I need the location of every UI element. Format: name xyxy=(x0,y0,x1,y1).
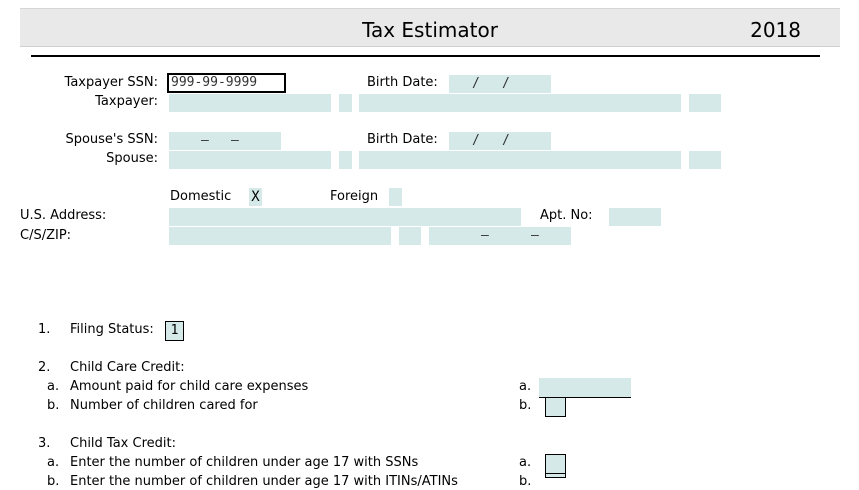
zip-separator: – xyxy=(531,228,539,243)
filing-status-label: Filing Status: xyxy=(70,322,154,337)
header-divider xyxy=(31,55,820,57)
children-cared-for-input[interactable] xyxy=(545,397,566,417)
us-address-label: U.S. Address: xyxy=(20,208,107,223)
spouse-birth-date-input[interactable]: / / xyxy=(449,132,551,150)
child-tax-credit-label: Child Tax Credit: xyxy=(70,436,176,451)
line-3a-letter: a. xyxy=(47,455,60,470)
zip-separator: – xyxy=(481,228,489,243)
spouse-middle-initial-input[interactable] xyxy=(339,151,352,169)
line-3b-ref: b. xyxy=(519,474,532,489)
line-2b-ref: b. xyxy=(519,398,532,413)
child-care-credit-label: Child Care Credit: xyxy=(70,360,185,375)
line-2-number: 2. xyxy=(38,360,51,375)
date-separator: / xyxy=(502,76,510,91)
taxpayer-birth-date-label: Birth Date: xyxy=(367,75,438,90)
spouse-ssn-label: Spouse's SSN: xyxy=(65,132,158,147)
spouse-suffix-input[interactable] xyxy=(689,151,721,169)
tax-year: 2018 xyxy=(750,18,801,42)
date-separator: / xyxy=(472,76,480,91)
ssn-separator: – xyxy=(231,133,239,148)
line-2b-letter: b. xyxy=(47,398,60,413)
ssn-separator: – xyxy=(201,133,209,148)
zip-input[interactable]: – – xyxy=(429,227,571,245)
taxpayer-name-label: Taxpayer: xyxy=(95,94,158,109)
children-with-ssn-input[interactable] xyxy=(545,454,566,474)
page-title: Tax Estimator xyxy=(362,18,498,42)
spouse-last-name-input[interactable] xyxy=(359,151,681,169)
apt-no-input[interactable] xyxy=(609,208,661,226)
spouse-ssn-input[interactable]: – – xyxy=(169,132,281,150)
taxpayer-first-name-input[interactable] xyxy=(169,94,331,112)
line-3b-letter: b. xyxy=(47,474,60,489)
line-3a-ref: a. xyxy=(519,455,532,470)
domestic-checkbox[interactable]: X xyxy=(249,188,262,206)
children-with-itin-input[interactable] xyxy=(545,473,566,478)
line-3-number: 3. xyxy=(38,436,51,451)
child-care-expenses-input[interactable] xyxy=(539,378,631,398)
child-care-expenses-label: Amount paid for child care expenses xyxy=(70,379,309,394)
street-address-input[interactable] xyxy=(169,208,521,226)
children-cared-for-label: Number of children cared for xyxy=(70,398,258,413)
taxpayer-birth-date-input[interactable]: / / xyxy=(449,75,551,93)
line-2a-ref: a. xyxy=(519,379,532,394)
filing-status-input[interactable]: 1 xyxy=(165,321,184,341)
city-input[interactable] xyxy=(169,227,391,245)
line-1-number: 1. xyxy=(38,322,51,337)
title-bar: Tax Estimator 2018 xyxy=(20,8,840,47)
taxpayer-ssn-input[interactable]: 999-99-9999 xyxy=(167,73,286,93)
city-state-zip-label: C/S/ZIP: xyxy=(20,228,72,243)
taxpayer-suffix-input[interactable] xyxy=(689,94,721,112)
children-with-ssn-label: Enter the number of children under age 1… xyxy=(70,455,419,470)
foreign-checkbox[interactable] xyxy=(389,188,402,206)
taxpayer-ssn-label: Taxpayer SSN: xyxy=(64,75,158,90)
state-input[interactable] xyxy=(399,227,421,245)
taxpayer-middle-initial-input[interactable] xyxy=(339,94,352,112)
date-separator: / xyxy=(502,133,510,148)
line-2a-letter: a. xyxy=(47,379,60,394)
spouse-name-label: Spouse: xyxy=(106,151,158,166)
spouse-first-name-input[interactable] xyxy=(169,151,331,169)
apt-no-label: Apt. No: xyxy=(540,208,593,223)
domestic-label: Domestic xyxy=(170,189,232,204)
taxpayer-last-name-input[interactable] xyxy=(359,94,681,112)
date-separator: / xyxy=(472,133,480,148)
foreign-label: Foreign xyxy=(330,189,379,204)
spouse-birth-date-label: Birth Date: xyxy=(367,132,438,147)
children-with-itin-label: Enter the number of children under age 1… xyxy=(70,474,458,489)
